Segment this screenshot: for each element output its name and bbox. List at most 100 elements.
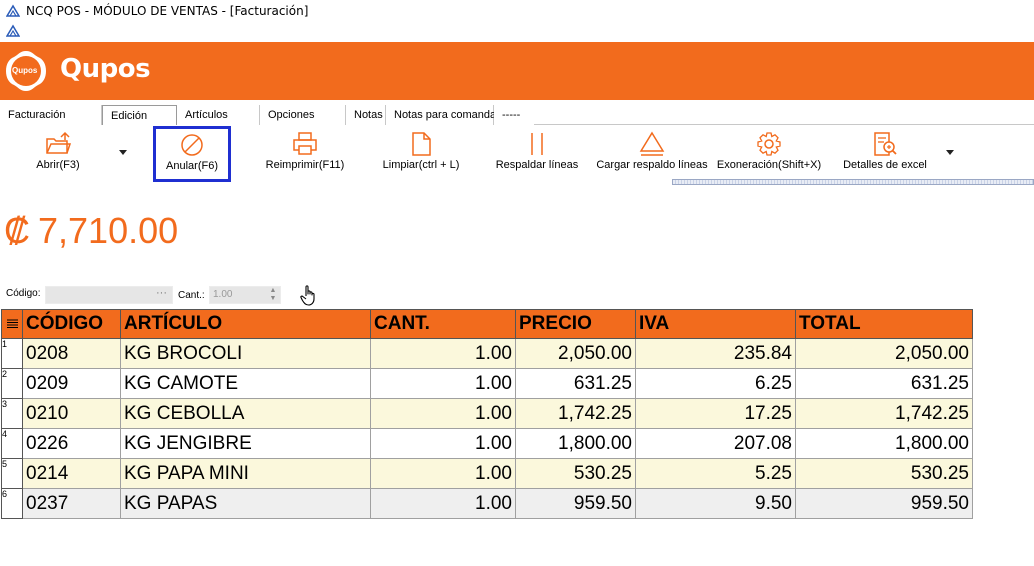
reprint-button-label: Reimprimir(F11) (265, 159, 345, 171)
tab-opciones[interactable]: Opciones (260, 105, 346, 125)
excel-details-button[interactable]: Detalles de excel (840, 126, 930, 182)
item-entry-row: Código: ··· Cant.: 1.00 ▲ ▼ (0, 284, 400, 306)
pause-lines-icon (531, 133, 543, 155)
cell-articulo[interactable]: KG CAMOTE (120, 368, 371, 399)
cell-articulo[interactable]: KG JENGIBRE (120, 428, 371, 459)
exoneration-button[interactable]: Exoneración(Shift+X) (714, 126, 824, 182)
clear-button[interactable]: Limpiar(ctrl + L) (378, 126, 464, 182)
table-row[interactable]: 3 0210 KG CEBOLLA 1.00 1,742.25 17.25 1,742.25 (1, 398, 973, 429)
reprint-button[interactable]: Reimprimir(F11) (264, 126, 346, 182)
cell-iva[interactable]: 9.50 (635, 488, 796, 519)
cell-total[interactable]: 2,050.00 (795, 338, 973, 369)
row-selector-header-icon[interactable] (1, 309, 23, 339)
open-dropdown-arrow-icon[interactable] (119, 150, 127, 155)
system-menu-icon[interactable] (6, 24, 20, 38)
cell-total[interactable]: 1,742.25 (795, 398, 973, 429)
row-number: 1 (1, 338, 23, 369)
col-header-articulo[interactable]: ARTÍCULO (120, 309, 371, 339)
cell-cant[interactable]: 1.00 (370, 338, 516, 369)
cell-cant[interactable]: 1.00 (370, 458, 516, 489)
cell-total[interactable]: 1,800.00 (795, 428, 973, 459)
more-tools-dropdown-icon[interactable] (946, 150, 954, 155)
table-header-row: CÓDIGO ARTÍCULO CANT. PRECIO IVA TOTAL (1, 309, 973, 339)
cell-codigo[interactable]: 0208 (22, 338, 121, 369)
folder-open-icon (46, 131, 71, 154)
cell-precio[interactable]: 959.50 (515, 488, 636, 519)
row-number: 5 (1, 458, 23, 489)
col-header-total[interactable]: TOTAL (795, 309, 973, 339)
excel-details-button-label: Detalles de excel (843, 159, 927, 171)
row-number: 2 (1, 368, 23, 399)
void-icon (181, 134, 203, 156)
col-header-iva[interactable]: IVA (635, 309, 796, 339)
total-amount: 7,710.00 (38, 210, 179, 251)
cell-precio[interactable]: 1,800.00 (515, 428, 636, 459)
toolbar-scroll-strip (672, 179, 1034, 185)
tab-separator[interactable]: ----- (494, 105, 534, 125)
cell-iva[interactable]: 235.84 (635, 338, 796, 369)
cell-precio[interactable]: 1,742.25 (515, 398, 636, 429)
quantity-spin-icon[interactable]: ▲ ▼ (268, 287, 278, 303)
blank-document-icon (412, 132, 431, 156)
cell-iva[interactable]: 6.25 (635, 368, 796, 399)
cell-articulo[interactable]: KG PAPAS (120, 488, 371, 519)
load-backup-button[interactable]: Cargar respaldo líneas (596, 126, 708, 182)
brand-header: Qupos Qupos (0, 42, 1034, 100)
system-menu-strip (0, 22, 1034, 40)
cell-iva[interactable]: 17.25 (635, 398, 796, 429)
cell-articulo[interactable]: KG BROCOLI (120, 338, 371, 369)
cell-precio[interactable]: 530.25 (515, 458, 636, 489)
cell-cant[interactable]: 1.00 (370, 488, 516, 519)
code-lookup-button[interactable]: ··· (156, 287, 167, 299)
window-title: NCQ POS - MÓDULO DE VENTAS - [Facturació… (26, 4, 309, 18)
cell-codigo[interactable]: 0209 (22, 368, 121, 399)
code-label: Código: (6, 288, 41, 299)
cell-cant[interactable]: 1.00 (370, 428, 516, 459)
cell-iva[interactable]: 5.25 (635, 458, 796, 489)
cell-total[interactable]: 959.50 (795, 488, 973, 519)
tab-notas-comanda[interactable]: Notas para comanda (386, 105, 496, 125)
table-row[interactable]: 6 0237 KG PAPAS 1.00 959.50 9.50 959.50 (1, 488, 973, 519)
window-titlebar: NCQ POS - MÓDULO DE VENTAS - [Facturació… (0, 0, 1034, 22)
gear-icon (757, 132, 781, 156)
hand-pointer-icon[interactable] (298, 284, 320, 306)
open-button[interactable]: Abrir(F3) (22, 126, 94, 182)
tab-edicion[interactable]: Edición (102, 105, 177, 125)
exoneration-button-label: Exoneración(Shift+X) (716, 159, 822, 171)
cell-codigo[interactable]: 0210 (22, 398, 121, 429)
logo-badge-text: Qupos (12, 66, 38, 75)
table-row[interactable]: 2 0209 KG CAMOTE 1.00 631.25 6.25 631.25 (1, 368, 973, 399)
col-header-cant[interactable]: CANT. (370, 309, 516, 339)
ribbon-tabs: Facturación Edición Artículos Opciones N… (0, 105, 1034, 125)
clear-button-label: Limpiar(ctrl + L) (382, 159, 460, 171)
code-input[interactable] (45, 286, 173, 304)
cell-total[interactable]: 530.25 (795, 458, 973, 489)
cell-codigo[interactable]: 0237 (22, 488, 121, 519)
row-number: 4 (1, 428, 23, 459)
cell-precio[interactable]: 2,050.00 (515, 338, 636, 369)
void-button[interactable]: Anular(F6) (153, 126, 231, 182)
table-row[interactable]: 1 0208 KG BROCOLI 1.00 2,050.00 235.84 2,050.0… (1, 338, 973, 369)
cell-codigo[interactable]: 0226 (22, 428, 121, 459)
cell-articulo[interactable]: KG CEBOLLA (120, 398, 371, 429)
col-header-codigo[interactable]: CÓDIGO (22, 309, 121, 339)
cell-cant[interactable]: 1.00 (370, 398, 516, 429)
cell-total[interactable]: 631.25 (795, 368, 973, 399)
load-backup-button-label: Cargar respaldo líneas (596, 159, 708, 171)
cell-precio[interactable]: 631.25 (515, 368, 636, 399)
cell-cant[interactable]: 1.00 (370, 368, 516, 399)
tab-facturacion[interactable]: Facturación (0, 105, 102, 125)
cell-codigo[interactable]: 0214 (22, 458, 121, 489)
invoice-lines-table: CÓDIGO ARTÍCULO CANT. PRECIO IVA TOTAL 1… (1, 309, 973, 519)
table-row[interactable]: 5 0214 KG PAPA MINI 1.00 530.25 5.25 530.25 (1, 458, 973, 489)
col-header-precio[interactable]: PRECIO (515, 309, 636, 339)
brand-name: Qupos (60, 54, 151, 84)
quantity-label: Cant.: (178, 290, 205, 301)
cell-iva[interactable]: 207.08 (635, 428, 796, 459)
tab-articulos[interactable]: Artículos (177, 105, 260, 125)
cell-articulo[interactable]: KG PAPA MINI (120, 458, 371, 489)
table-row[interactable]: 4 0226 KG JENGIBRE 1.00 1,800.00 207.08 1,800.… (1, 428, 973, 459)
backup-lines-button[interactable]: Respaldar líneas (494, 126, 580, 182)
triangle-icon (639, 131, 665, 156)
tab-notas[interactable]: Notas (346, 105, 386, 125)
